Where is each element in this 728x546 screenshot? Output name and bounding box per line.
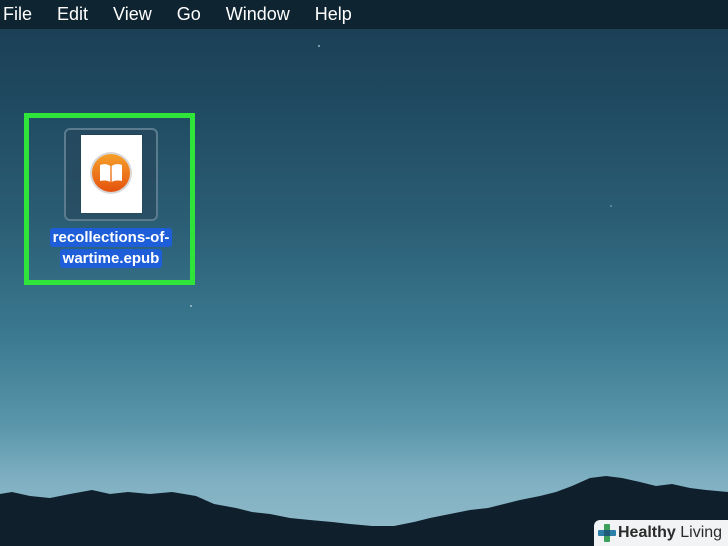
menu-go[interactable]: Go bbox=[177, 0, 201, 29]
file-name-line1: recollections-of- bbox=[49, 228, 173, 247]
menu-window[interactable]: Window bbox=[226, 0, 290, 29]
document-page bbox=[81, 135, 142, 213]
star bbox=[610, 205, 612, 207]
menu-file[interactable]: File bbox=[3, 0, 32, 29]
watermark-brand-bold: Healthy bbox=[618, 524, 676, 541]
menu-bar: File Edit View Go Window Help bbox=[0, 0, 728, 29]
watermark: Healthy Living bbox=[594, 520, 728, 546]
menu-view[interactable]: View bbox=[113, 0, 152, 29]
file-name-label[interactable]: recollections-of- wartime.epub bbox=[38, 227, 184, 269]
star bbox=[190, 305, 192, 307]
menu-help[interactable]: Help bbox=[315, 0, 352, 29]
watermark-text: Healthy Living bbox=[618, 520, 722, 546]
star bbox=[318, 45, 320, 47]
menu-edit[interactable]: Edit bbox=[57, 0, 88, 29]
file-name-line2: wartime.epub bbox=[59, 249, 163, 268]
watermark-brand-rest: Living bbox=[675, 524, 723, 541]
epub-file-icon[interactable] bbox=[64, 128, 158, 221]
plus-cross-icon bbox=[598, 524, 616, 542]
ibooks-icon bbox=[90, 152, 132, 194]
